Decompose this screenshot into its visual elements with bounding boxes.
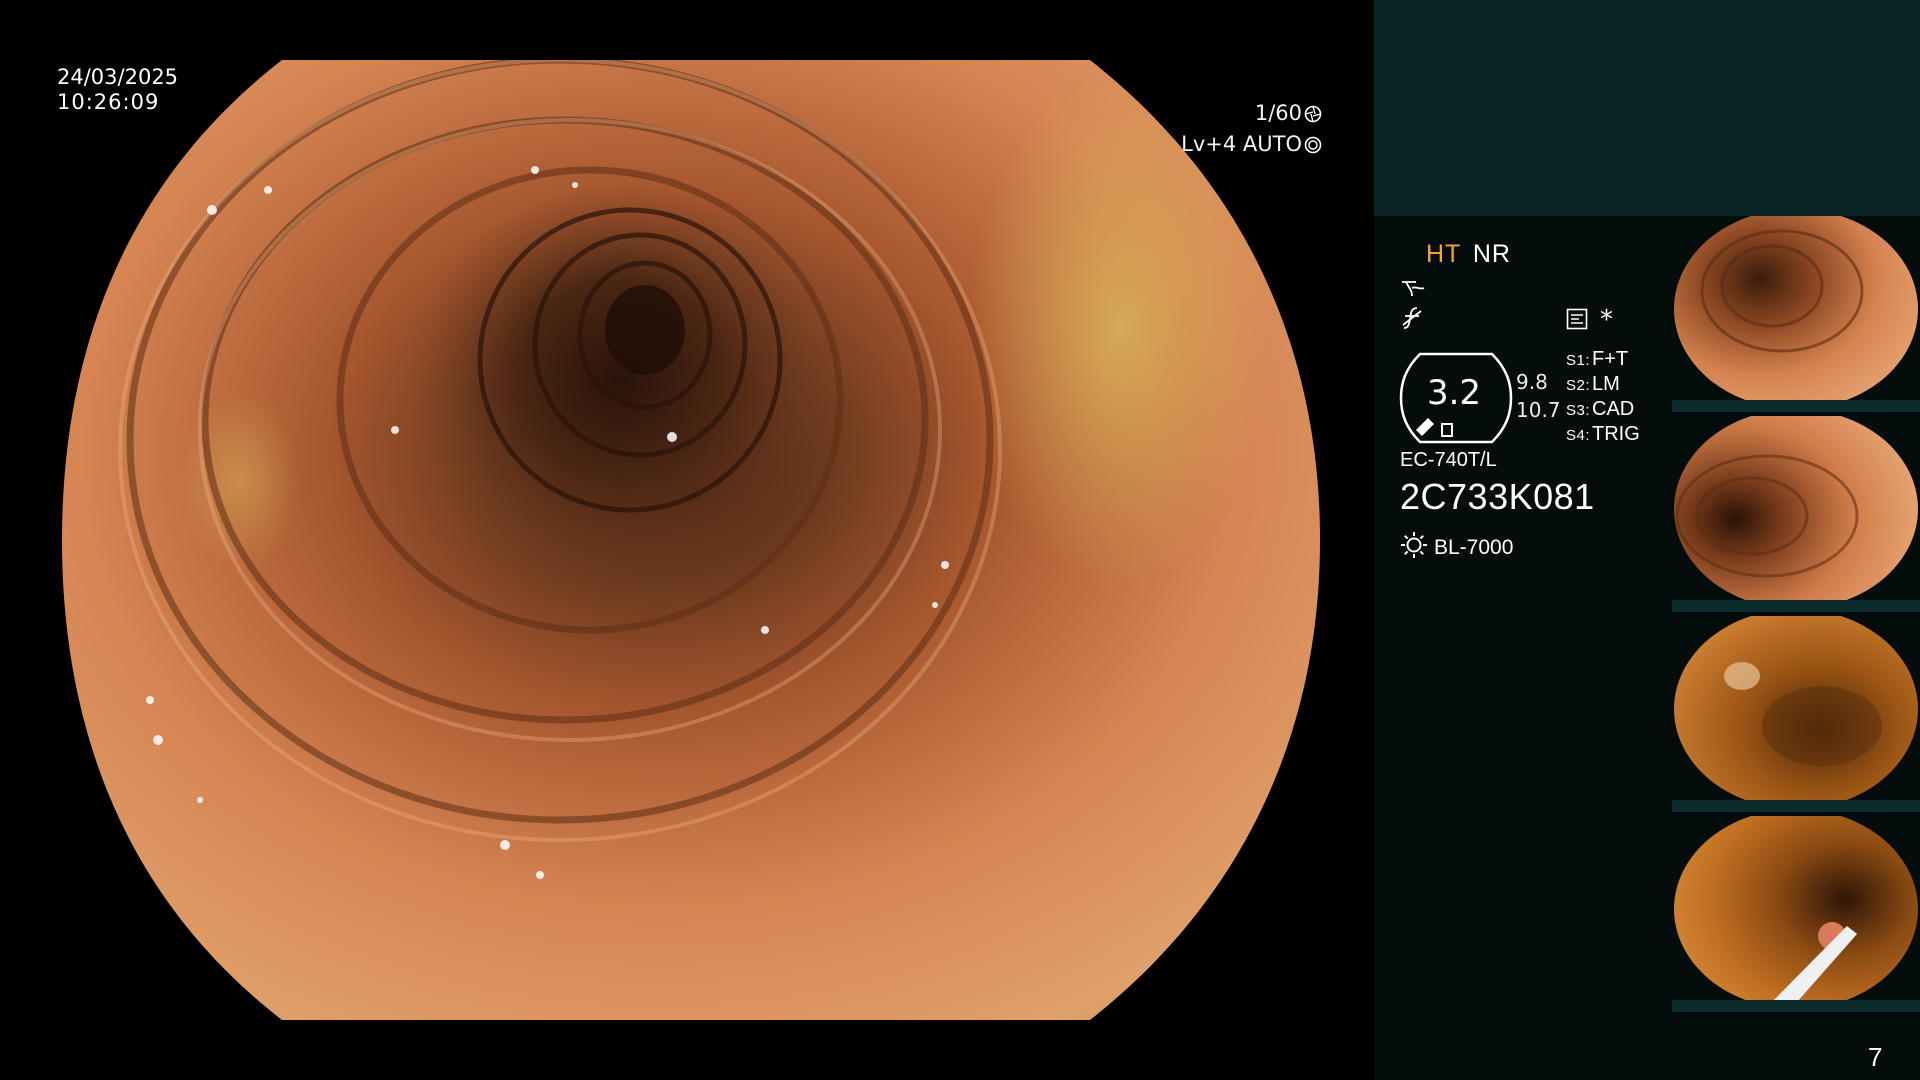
capture-thumbnail[interactable] [1672,416,1920,612]
switch-key: S4: [1566,427,1591,444]
endoscopy-screen: 24/03/2025 10:26:09 1/60 Lv+4 AUTO HT NR… [0,0,1920,1080]
osd-level-row: Lv+4 AUTO [1170,130,1322,161]
switch-row: S3: CAD [1566,398,1640,423]
info-panel-header [1374,0,1920,216]
scope-switch-list: S1: F+T S2: LM S3: CAD S4: TRIG [1566,348,1640,448]
thumbnail-strip [1672,400,1920,412]
capture-thumbnail[interactable] [1672,216,1920,412]
gauge-sub-value-2: 10.7 [1516,398,1561,422]
switch-key: S3: [1566,402,1591,419]
gauge-value: 3.2 [1426,373,1482,413]
mode-ht: HT [1426,240,1461,268]
osd-shutter: 1/60 [1254,101,1302,125]
menu-icon [1566,308,1588,334]
osd-exposure-block: 1/60 Lv+4 AUTO [1170,99,1322,161]
scope-serial: 2C733K081 [1400,476,1595,517]
scope-model: EC-740T/L [1400,449,1497,471]
osd-level-mode: Lv+4 AUTO [1181,132,1302,156]
gauge-sub-value-1: 9.8 [1516,370,1548,394]
osd-date: 24/03/2025 [57,65,179,89]
image-mode-row: HT NR [1426,240,1511,269]
osd-time: 10:26:09 [57,90,160,114]
shutter-icon [1304,102,1322,130]
light-source-label: BL-7000 [1434,536,1514,559]
switch-label: CAD [1592,398,1635,420]
endoscopic-main-view: 24/03/2025 10:26:09 1/60 Lv+4 AUTO [0,0,1373,1080]
thumbnail-strip [1672,800,1920,812]
switch-row: S4: TRIG [1566,423,1640,448]
light-source-icon [1400,531,1434,565]
switch-label: TRIG [1592,423,1640,445]
switch-row: S1: F+T [1566,348,1640,373]
switch-key: S2: [1566,377,1591,394]
page-number: 7 [1868,1042,1883,1072]
thumbnail-strip [1672,1000,1920,1012]
thumbnail-strip [1672,600,1920,612]
mode-nr: NR [1472,240,1511,268]
capture-thumbnail[interactable] [1672,816,1920,1012]
colon-lumen-image [62,60,1320,1020]
osd-shutter-row: 1/60 [1170,99,1322,130]
f-slash-icon [1401,305,1423,335]
wave-icon [1400,276,1426,302]
switch-label: F+T [1592,348,1629,370]
light-source-row: BL-7000 [1400,531,1513,565]
asterisk-icon: * [1600,305,1613,335]
capture-thumbnail[interactable] [1672,616,1920,812]
switch-label: LM [1592,373,1620,395]
switch-key: S1: [1566,352,1591,369]
switch-row: S2: LM [1566,373,1640,398]
auto-iris-icon [1304,133,1322,161]
